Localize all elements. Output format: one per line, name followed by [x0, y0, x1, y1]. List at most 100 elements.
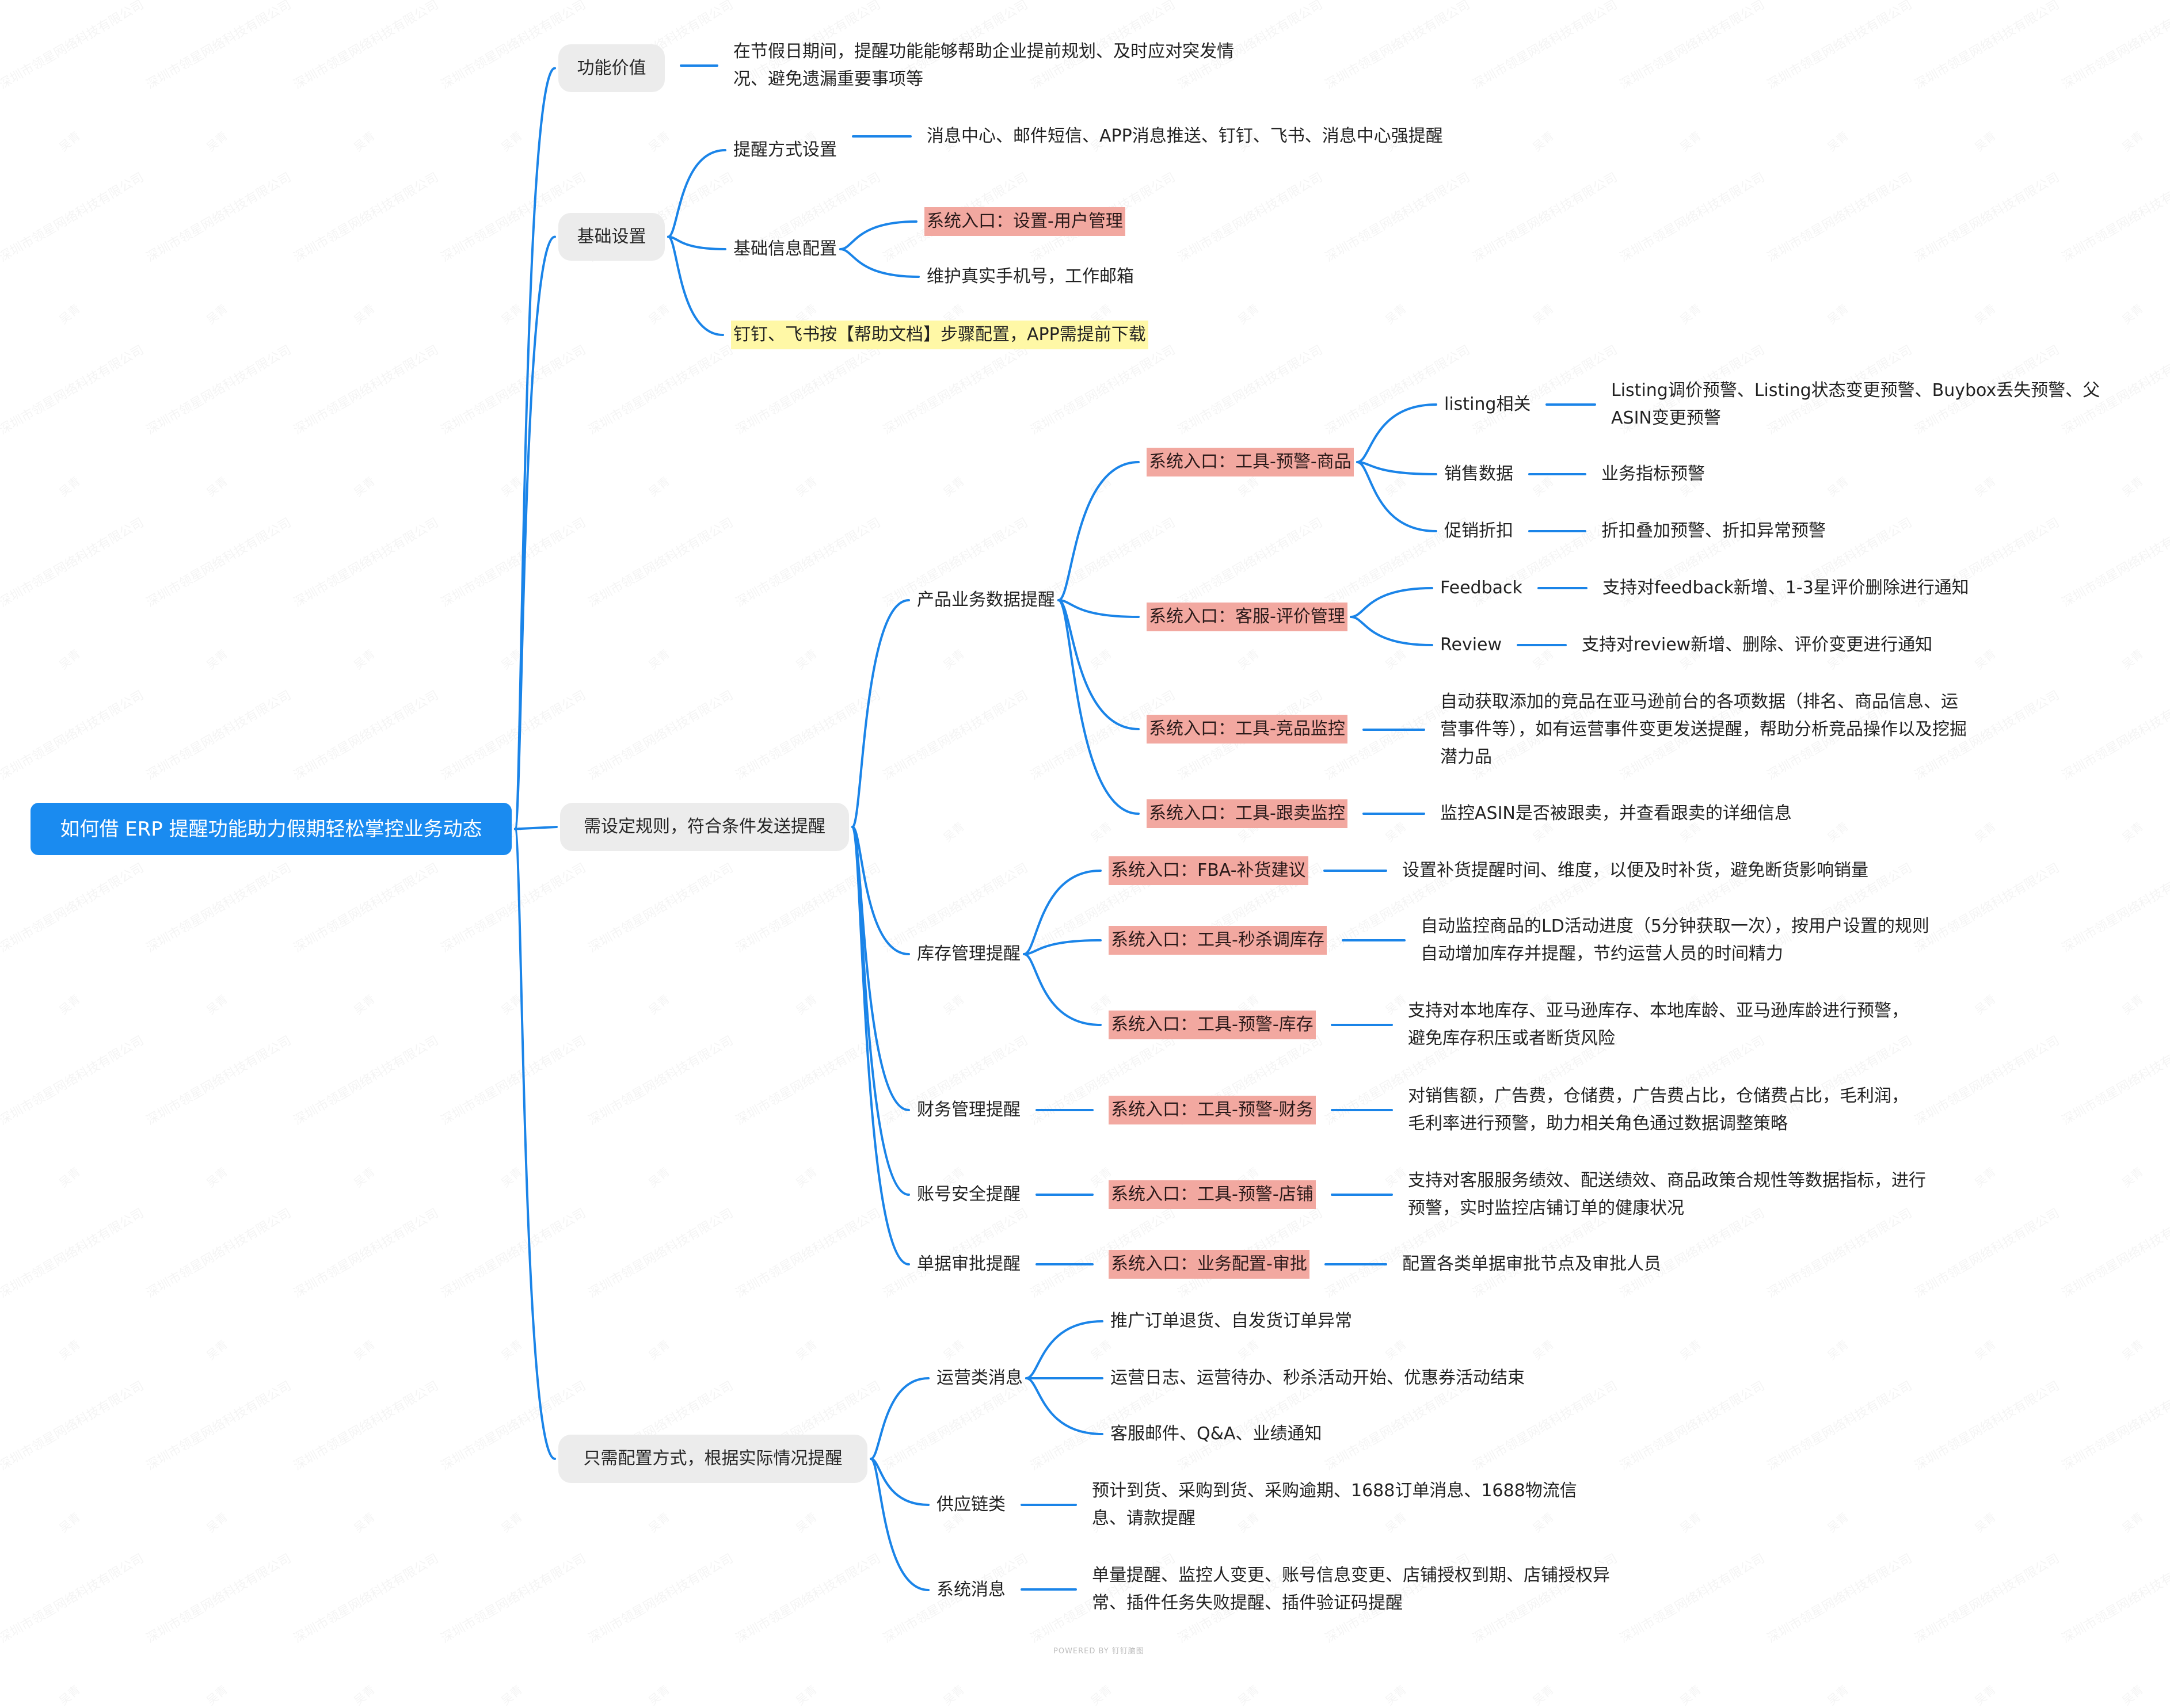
watermark-company: 深圳市领星网络科技有限公司	[1763, 1376, 1915, 1474]
watermark-user: 吴青	[1381, 990, 1409, 1018]
basic-info-description[interactable]: 维护真实手机号，工作邮箱	[927, 263, 1134, 291]
watermark-company: 深圳市领星网络科技有限公司	[290, 685, 441, 784]
connector-line	[1023, 953, 1102, 1026]
supply-chain-description[interactable]: 预计到货、采购到货、采购逾期、1688订单消息、1688物流信息、请款提醒	[1092, 1477, 1610, 1532]
branch-function-value[interactable]: 功能价值	[558, 44, 665, 92]
watermark-user: 吴青	[791, 1336, 820, 1363]
competitor-monitor-description[interactable]: 自动获取添加的竞品在亚马逊前台的各项数据（排名、商品信息、运营事件等），如有运营…	[1440, 688, 1970, 771]
watermark-user: 吴青	[2118, 1336, 2146, 1363]
operations-message-item[interactable]: 运营日志、运营待办、秒杀活动开始、优惠券活动结束	[1110, 1364, 1525, 1392]
system-entry-inventory-alert[interactable]: 系统入口：工具-预警-库存	[1109, 1011, 1316, 1039]
system-messages-description[interactable]: 单量提醒、监控人变更、账号信息变更、店铺授权到期、店铺授权异常、插件任务失败提醒…	[1092, 1562, 1621, 1617]
watermark-company: 深圳市领星网络科技有限公司	[142, 1031, 294, 1129]
watermark-user: 吴青	[1381, 1336, 1409, 1363]
watermark-company: 深圳市领星网络科技有限公司	[437, 1203, 589, 1302]
review-description[interactable]: 支持对review新增、删除、评价变更进行通知	[1582, 631, 1932, 659]
topic-sales-data[interactable]: 销售数据	[1444, 460, 1513, 488]
watermark-user: 吴青	[497, 127, 525, 155]
topic-feedback[interactable]: Feedback	[1440, 574, 1522, 602]
topic-supply-chain[interactable]: 供应链类	[936, 1491, 1006, 1519]
operations-message-item[interactable]: 推广订单退货、自发货订单异常	[1110, 1307, 1352, 1335]
watermark-user: 吴青	[55, 645, 83, 673]
connector-line	[870, 1377, 930, 1460]
topic-reminder-method[interactable]: 提醒方式设置	[733, 136, 837, 164]
sales-data-description[interactable]: 业务指标预警	[1601, 460, 1705, 488]
connector-line	[851, 599, 910, 828]
watermark-user: 吴青	[1970, 1681, 1998, 1708]
root-topic[interactable]: 如何借 ERP 提醒功能助力假期轻松掌控业务动态	[31, 803, 512, 855]
connector-line	[1057, 461, 1140, 601]
watermark-user: 吴青	[791, 645, 820, 673]
watermark-company: 深圳市领星网络科技有限公司	[437, 685, 589, 784]
watermark-user: 吴青	[1823, 1681, 1851, 1708]
topic-operations-messages[interactable]: 运营类消息	[936, 1364, 1023, 1392]
branch-rule-based-alerts[interactable]: 需设定规则，符合条件发送提醒	[560, 803, 849, 851]
branch-basic-settings[interactable]: 基础设置	[558, 213, 665, 261]
root-connector	[514, 826, 558, 830]
watermark-user: 吴青	[202, 1508, 230, 1536]
system-entry-lightning-deal-stock[interactable]: 系统入口：工具-秒杀调库存	[1109, 926, 1327, 955]
watermark-user: 吴青	[497, 645, 525, 673]
system-entry-store-alert[interactable]: 系统入口：工具-预警-店铺	[1109, 1180, 1316, 1209]
branch-config-based-alerts[interactable]: 只需配置方式，根据实际情况提醒	[558, 1435, 867, 1483]
topic-basic-info-config[interactable]: 基础信息配置	[733, 235, 837, 263]
system-entry-fba-restock[interactable]: 系统入口：FBA-补货建议	[1109, 856, 1308, 885]
topic-finance-alerts[interactable]: 财务管理提醒	[917, 1096, 1021, 1124]
watermark-user: 吴青	[1234, 1681, 1262, 1708]
connector-line	[667, 235, 726, 250]
topic-system-messages[interactable]: 系统消息	[936, 1576, 1006, 1604]
watermark-user: 吴青	[202, 472, 230, 500]
system-entry-competitor-monitor[interactable]: 系统入口：工具-竞品监控	[1147, 715, 1347, 744]
lightning-deal-stock-description[interactable]: 自动监控商品的LD活动进度（5分钟获取一次），按用户设置的规则自动增加库存并提醒…	[1421, 913, 1939, 968]
watermark-user: 吴青	[55, 990, 83, 1018]
watermark-company: 深圳市领星网络科技有限公司	[437, 513, 589, 611]
feedback-description[interactable]: 支持对feedback新增、1-3星评价删除进行通知	[1602, 574, 1969, 602]
setup-note-highlight[interactable]: 钉钉、飞书按【帮助文档】步骤配置，APP需提前下载	[731, 321, 1148, 349]
topic-product-data-alerts[interactable]: 产品业务数据提醒	[917, 586, 1055, 614]
finance-alert-description[interactable]: 对销售额，广告费，仓储费，广告费占比，仓储费占比，毛利润，毛利率进行预警，助力相…	[1408, 1082, 1914, 1138]
watermark-company: 深圳市领星网络科技有限公司	[1174, 167, 1326, 266]
listing-alerts-description[interactable]: Listing调价预警、Listing状态变更预警、Buybox丢失预警、父AS…	[1611, 377, 2129, 432]
topic-account-security-alerts[interactable]: 账号安全提醒	[917, 1181, 1021, 1208]
watermark-company: 深圳市领星网络科技有限公司	[732, 340, 884, 439]
topic-inventory-alerts[interactable]: 库存管理提醒	[917, 940, 1021, 968]
inventory-alert-description[interactable]: 支持对本地库存、亚马逊库存、本地库龄、亚马逊库龄进行预警，避免库存积压或者断货风…	[1408, 997, 1914, 1053]
system-entry-user-management[interactable]: 系统入口：设置-用户管理	[924, 207, 1125, 236]
watermark-user: 吴青	[2118, 300, 2146, 327]
watermark-user: 吴青	[1970, 1508, 1998, 1536]
topic-review[interactable]: Review	[1440, 631, 1502, 659]
approval-description[interactable]: 配置各类单据审批节点及审批人员	[1402, 1250, 1661, 1278]
watermark-company: 深圳市领星网络科技有限公司	[2058, 167, 2170, 266]
watermark-user: 吴青	[791, 990, 820, 1018]
watermark-user: 吴青	[1086, 1336, 1114, 1363]
watermark-company: 深圳市领星网络科技有限公司	[142, 1203, 294, 1302]
system-entry-finance-alert[interactable]: 系统入口：工具-预警-财务	[1109, 1096, 1316, 1124]
operations-message-item[interactable]: 客服邮件、Q&A、业绩通知	[1110, 1420, 1322, 1448]
fba-restock-description[interactable]: 设置补货提醒时间、维度，以便及时补货，避免断货影响销量	[1402, 857, 1868, 884]
watermark-company: 深圳市领星网络科技有限公司	[290, 340, 441, 439]
topic-promo-discount[interactable]: 促销折扣	[1444, 517, 1513, 545]
function-value-description[interactable]: 在节假日期间，提醒功能能够帮助企业提前规划、及时应对突发情况、避免遗漏重要事项等	[733, 38, 1251, 93]
promo-discount-description[interactable]: 折扣叠加预警、折扣异常预警	[1601, 517, 1826, 545]
watermark-company: 深圳市领星网络科技有限公司	[1910, 1031, 2062, 1129]
watermark-company: 深圳市领星网络科技有限公司	[142, 340, 294, 439]
watermark-user: 吴青	[644, 472, 672, 500]
connector-line	[1356, 461, 1437, 532]
watermark-company: 深圳市领星网络科技有限公司	[2058, 513, 2170, 611]
store-alert-description[interactable]: 支持对客服服务绩效、配送绩效、商品政策合规性等数据指标，进行预警，实时监控店铺订…	[1408, 1167, 1926, 1222]
reminder-method-description[interactable]: 消息中心、邮件短信、APP消息推送、钉钉、飞书、消息中心强提醒	[927, 123, 1445, 150]
system-entry-review-management[interactable]: 系统入口：客服-评价管理	[1147, 603, 1347, 631]
watermark-company: 深圳市领星网络科技有限公司	[1321, 0, 1473, 93]
watermark-user: 吴青	[1528, 1681, 1556, 1708]
watermark-user: 吴青	[644, 300, 672, 327]
hijack-monitor-description[interactable]: 监控ASIN是否被跟卖，并查看跟卖的详细信息	[1440, 800, 1792, 828]
connector-line	[1356, 461, 1437, 475]
system-entry-hijack-monitor[interactable]: 系统入口：工具-跟卖监控	[1147, 799, 1347, 828]
topic-listing[interactable]: listing相关	[1444, 391, 1531, 418]
system-entry-tool-alert-product[interactable]: 系统入口：工具-预警-商品	[1147, 448, 1354, 476]
watermark-user: 吴青	[1086, 472, 1114, 500]
watermark-company: 深圳市领星网络科技有限公司	[1910, 0, 2062, 93]
system-entry-approval[interactable]: 系统入口：业务配置-审批	[1109, 1250, 1309, 1279]
watermark-company: 深圳市领星网络科技有限公司	[0, 858, 147, 956]
topic-approval-alerts[interactable]: 单据审批提醒	[917, 1250, 1021, 1278]
